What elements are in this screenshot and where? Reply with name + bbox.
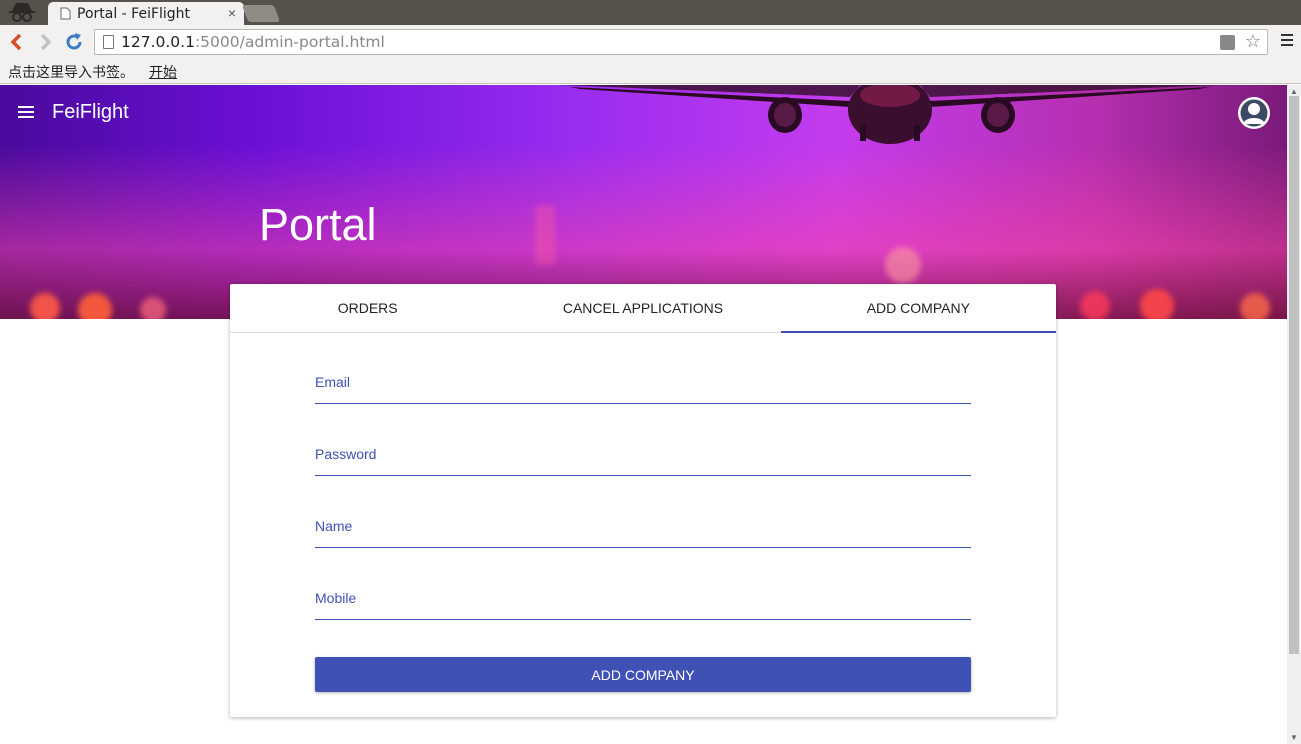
scroll-down-icon[interactable]: ▼ (1290, 733, 1298, 742)
bookmarks-start-link[interactable]: 开始 (149, 62, 177, 82)
password-input[interactable] (315, 436, 971, 475)
email-field[interactable]: Email (315, 364, 971, 404)
page-info-icon[interactable] (103, 35, 114, 49)
url-host: 127.0.0.1 (121, 33, 195, 51)
forward-arrow-icon (40, 33, 52, 51)
page-viewport: FeiFlight Portal ORDERS CANCEL APPLICATI… (0, 85, 1287, 744)
runway-light (140, 297, 166, 319)
airplane-image (560, 85, 1220, 144)
runway-light (535, 205, 555, 265)
app-title: FeiFlight (52, 101, 129, 123)
runway-light (30, 293, 60, 319)
browser-tab-strip: Portal - FeiFlight × (0, 0, 1301, 25)
runway-light (1080, 291, 1110, 319)
name-field[interactable]: Name (315, 508, 971, 548)
user-avatar[interactable] (1238, 97, 1270, 129)
scroll-up-icon[interactable]: ▲ (1290, 87, 1298, 96)
name-input[interactable] (315, 508, 971, 547)
user-avatar-icon (1239, 98, 1269, 128)
password-field[interactable]: Password (315, 436, 971, 476)
tab-cancel-applications[interactable]: CANCEL APPLICATIONS (505, 284, 780, 332)
page-icon (60, 7, 71, 20)
translate-icon[interactable] (1220, 35, 1235, 50)
incognito-icon (9, 3, 35, 22)
runway-light (1140, 289, 1174, 319)
mobile-input[interactable] (315, 580, 971, 619)
url-path: :5000/admin-portal.html (194, 33, 385, 51)
browser-tab[interactable]: Portal - FeiFlight × (48, 2, 244, 25)
runway-light (78, 293, 112, 319)
back-arrow-icon (10, 33, 22, 51)
mobile-field[interactable]: Mobile (315, 580, 971, 620)
browser-toolbar: 127.0.0.1:5000/admin-portal.html ☆ (0, 25, 1301, 60)
close-tab-icon[interactable]: × (228, 5, 236, 21)
tab-title: Portal - FeiFlight (77, 5, 191, 22)
bookmarks-bar: 点击这里导入书签。 开始 (0, 60, 1301, 84)
tab-orders[interactable]: ORDERS (230, 284, 505, 332)
back-button[interactable] (6, 32, 26, 52)
email-input[interactable] (315, 364, 971, 403)
scroll-thumb[interactable] (1289, 96, 1299, 654)
runway-light (885, 247, 921, 283)
new-tab-button[interactable] (241, 5, 281, 22)
bookmark-star-icon[interactable]: ☆ (1245, 31, 1261, 52)
add-company-button[interactable]: ADD COMPANY (315, 657, 971, 692)
portal-card: ORDERS CANCEL APPLICATIONS ADD COMPANY E… (230, 284, 1057, 717)
bookmarks-import-text: 点击这里导入书签。 (8, 65, 134, 81)
page-title: Portal (259, 199, 377, 250)
reload-icon (66, 33, 82, 50)
browser-menu-icon[interactable] (1281, 34, 1293, 46)
portal-tabs: ORDERS CANCEL APPLICATIONS ADD COMPANY (230, 284, 1057, 333)
forward-button[interactable] (36, 32, 56, 52)
reload-button[interactable] (64, 32, 84, 52)
hamburger-menu-icon[interactable] (18, 106, 34, 118)
tab-add-company[interactable]: ADD COMPANY (780, 284, 1057, 333)
address-bar[interactable]: 127.0.0.1:5000/admin-portal.html ☆ (94, 29, 1268, 55)
runway-light (1240, 293, 1270, 319)
page-scrollbar[interactable]: ▲ ▼ (1287, 85, 1301, 744)
